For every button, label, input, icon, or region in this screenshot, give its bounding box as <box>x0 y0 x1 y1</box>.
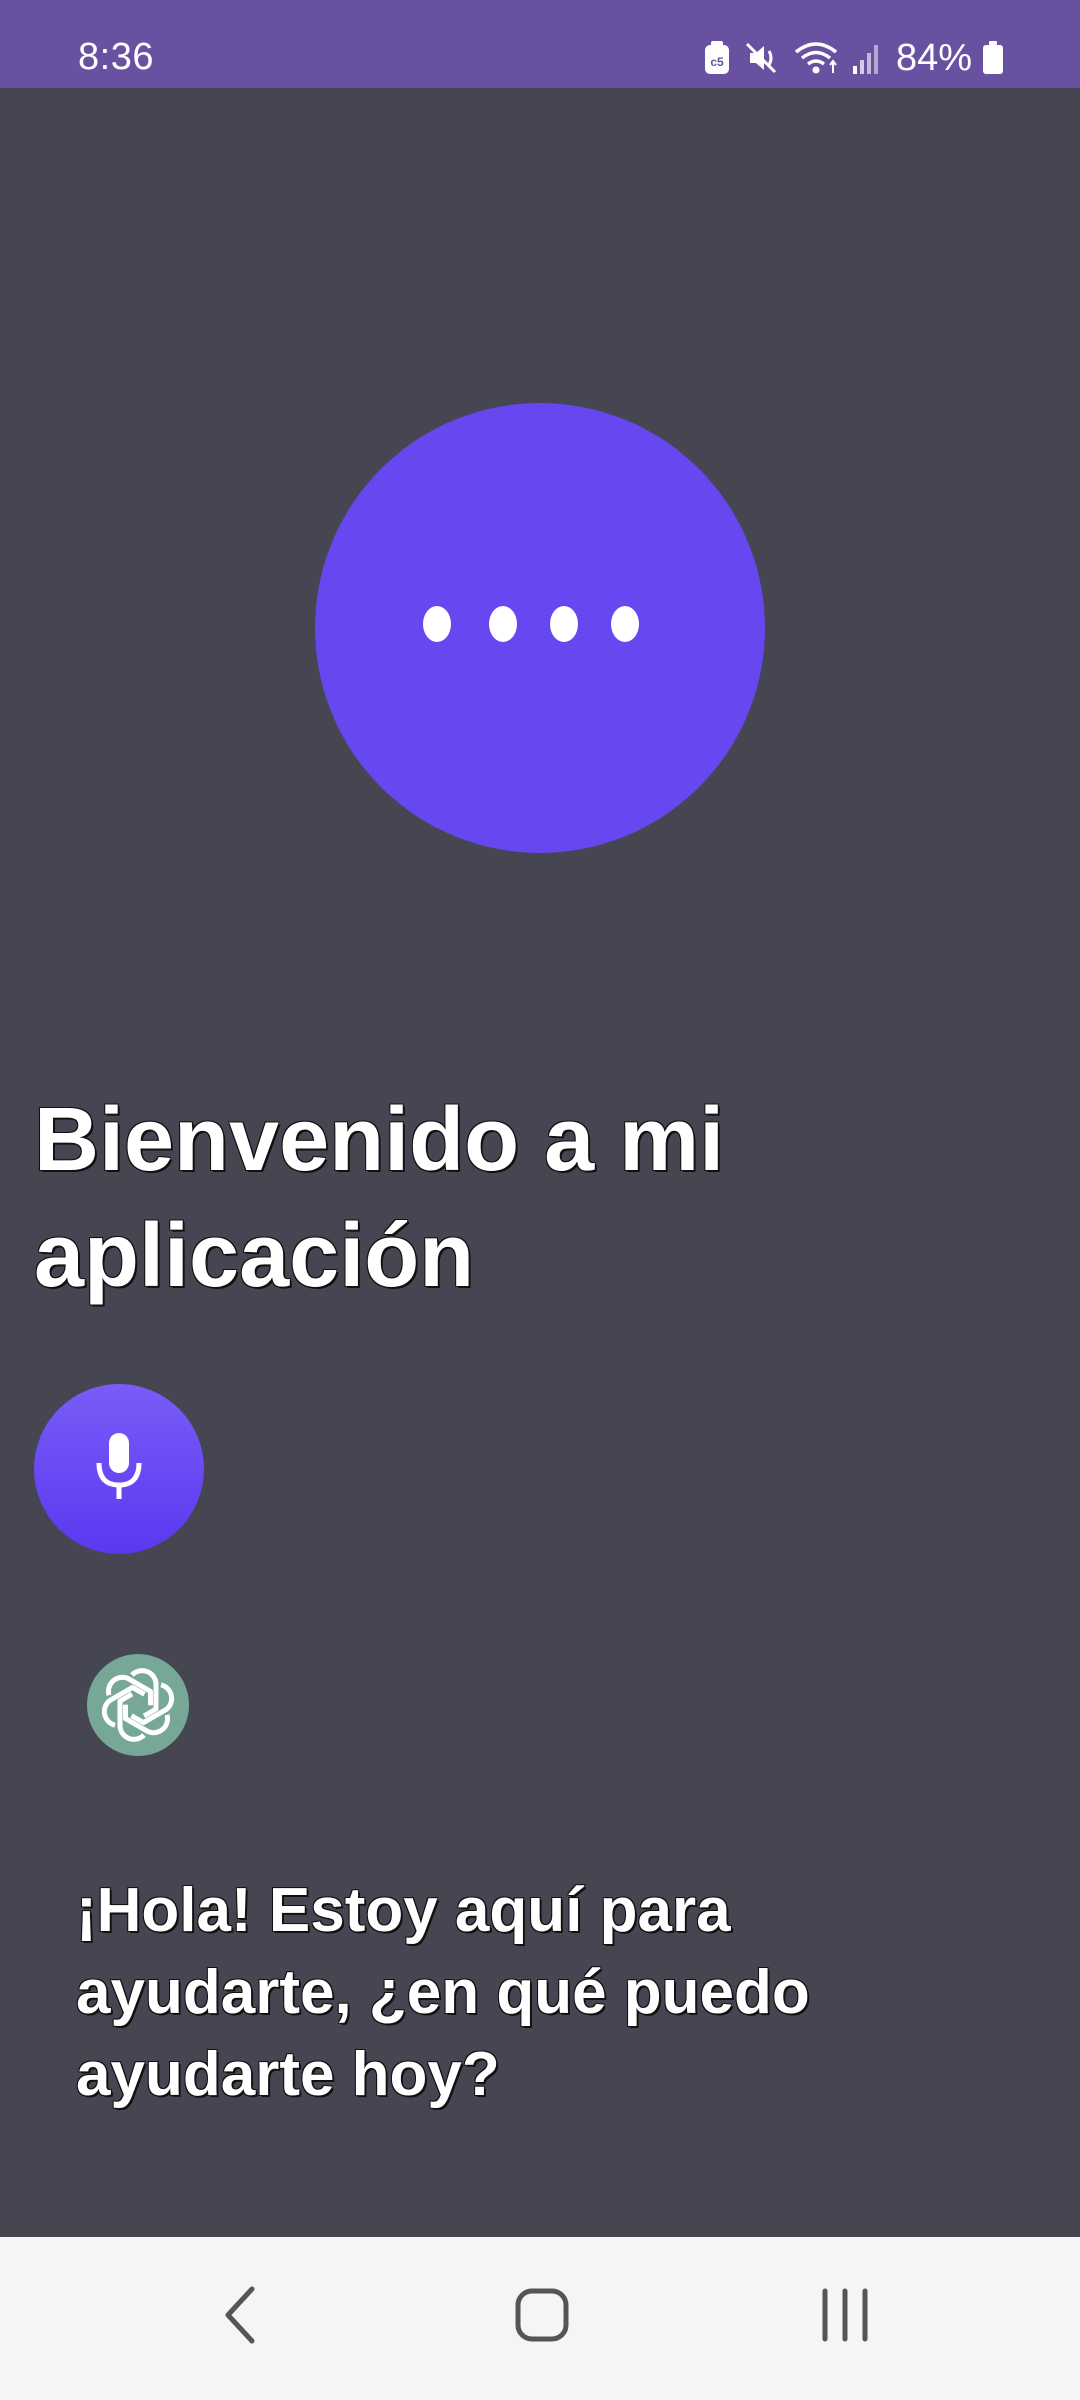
svg-text:c5: c5 <box>710 55 724 69</box>
status-icons: c5 84% <box>690 28 1004 88</box>
status-bar: 8:36 c5 84% <box>0 0 1080 88</box>
wifi-icon <box>794 41 838 75</box>
battery-percent: 84% <box>895 36 972 79</box>
recents-icon <box>817 2287 873 2348</box>
microphone-button[interactable] <box>34 1384 204 1554</box>
battery-icon <box>982 41 1004 75</box>
recents-button[interactable] <box>795 2280 895 2354</box>
microphone-icon <box>93 1431 145 1508</box>
mute-vibrate-icon <box>744 41 780 75</box>
status-time: 8:36 <box>78 36 154 78</box>
openai-logo-icon <box>87 1654 189 1756</box>
typing-dot <box>550 606 578 642</box>
typing-dot <box>611 606 639 642</box>
typing-dot <box>489 606 517 642</box>
home-icon <box>514 2287 570 2348</box>
assistant-response: ¡Hola! Estoy aquí para ayudarte, ¿en qué… <box>76 1876 810 2109</box>
welcome-title: Bienvenido a mi aplicación <box>34 1090 725 1306</box>
typing-dot <box>423 606 451 642</box>
assistant-orb <box>315 403 765 853</box>
home-button[interactable] <box>492 2280 592 2354</box>
back-button[interactable] <box>190 2280 290 2354</box>
notification-app-icon: c5 <box>704 41 730 75</box>
back-icon <box>220 2285 260 2350</box>
signal-icon <box>852 42 882 74</box>
